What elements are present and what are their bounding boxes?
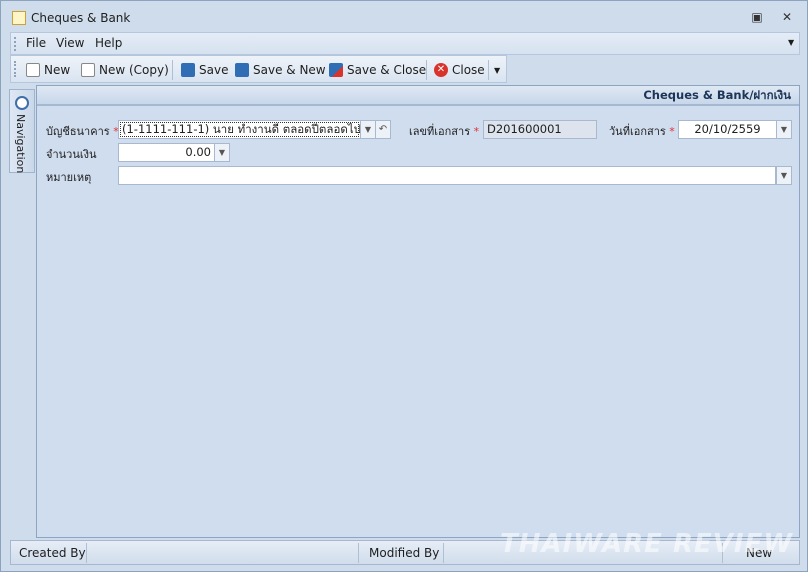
window: Cheques & Bank ▣ ✕ File View Help ▼ New … [0,0,808,572]
separator [443,543,444,563]
save-close-label: Save & Close [347,63,427,77]
bank-account-dropdown-icon[interactable]: ▼ [360,120,376,139]
save-close-icon [329,63,343,77]
new-label: New [44,63,71,77]
doc-no-label: เลขที่เอกสาร * [409,125,480,138]
doc-no-input[interactable]: D201600001 [483,120,597,139]
menu-view[interactable]: View [56,36,84,50]
separator [172,60,173,80]
compass-icon [15,96,29,110]
separator [358,543,359,563]
separator [488,60,489,80]
window-title: Cheques & Bank [31,11,131,25]
note-label: หมายเหตุ [46,171,92,184]
save-button[interactable]: Save [181,61,228,79]
amount-dropdown-icon[interactable]: ▼ [214,143,230,162]
save-new-label: Save & New [253,63,326,77]
bank-account-label: บัญชีธนาคาร * [46,125,119,138]
doc-date-input[interactable]: 20/10/2559 [678,120,777,139]
new-copy-label: New (Copy) [99,63,169,77]
toolbar-overflow-icon[interactable]: ▼ [494,61,500,79]
new-copy-button[interactable]: New (Copy) [81,61,169,79]
date-dropdown-icon[interactable]: ▼ [776,120,792,139]
app-icon [12,11,26,25]
close-button[interactable]: ✕ Close [434,61,485,79]
close-label: Close [452,63,485,77]
note-input[interactable] [118,166,776,185]
menu-file[interactable]: File [26,36,46,50]
watermark-logo: THAIWARE REVIEW [499,529,793,559]
new-button[interactable]: New [26,61,70,79]
undo-icon[interactable]: ↶ [375,120,391,139]
save-icon [181,63,195,77]
menu-overflow-icon[interactable]: ▼ [788,38,794,47]
note-dropdown-icon[interactable]: ▼ [776,166,792,185]
close-icon[interactable]: ✕ [779,9,795,25]
amount-label: จำนวนเงิน [46,148,97,161]
save-new-icon [235,63,249,77]
separator [426,60,427,80]
menu-bar: File View Help ▼ [10,32,800,55]
save-close-button[interactable]: Save & Close [329,61,426,79]
toolbar: New New (Copy) Save Save & New Save & Cl… [10,55,507,83]
panel-header: Cheques & Bank/ฝากเงิน [37,86,799,106]
save-new-button[interactable]: Save & New [235,61,326,79]
menu-help[interactable]: Help [95,36,122,50]
navigation-tab[interactable]: Navigation [9,89,35,173]
created-by-label: Created By [19,546,86,560]
form-panel: Cheques & Bank/ฝากเงิน บัญชีธนาคาร * (1-… [36,85,800,538]
amount-input[interactable]: 0.00 [118,143,215,162]
modified-by-label: Modified By [369,546,440,560]
bank-account-input[interactable]: (1-1111-111-1) นาย ทำงานดี ตลอดปีตลอดไป [118,120,361,139]
grip-icon[interactable] [14,61,16,77]
copy-icon [81,63,95,77]
new-document-icon [26,63,40,77]
save-label: Save [199,63,229,77]
grip-icon[interactable] [14,37,16,51]
restore-icon[interactable]: ▣ [749,9,765,25]
doc-date-label: วันที่เอกสาร * [609,125,675,138]
navigation-label: Navigation [14,114,27,174]
close-circle-icon: ✕ [434,63,448,77]
separator [86,543,87,563]
